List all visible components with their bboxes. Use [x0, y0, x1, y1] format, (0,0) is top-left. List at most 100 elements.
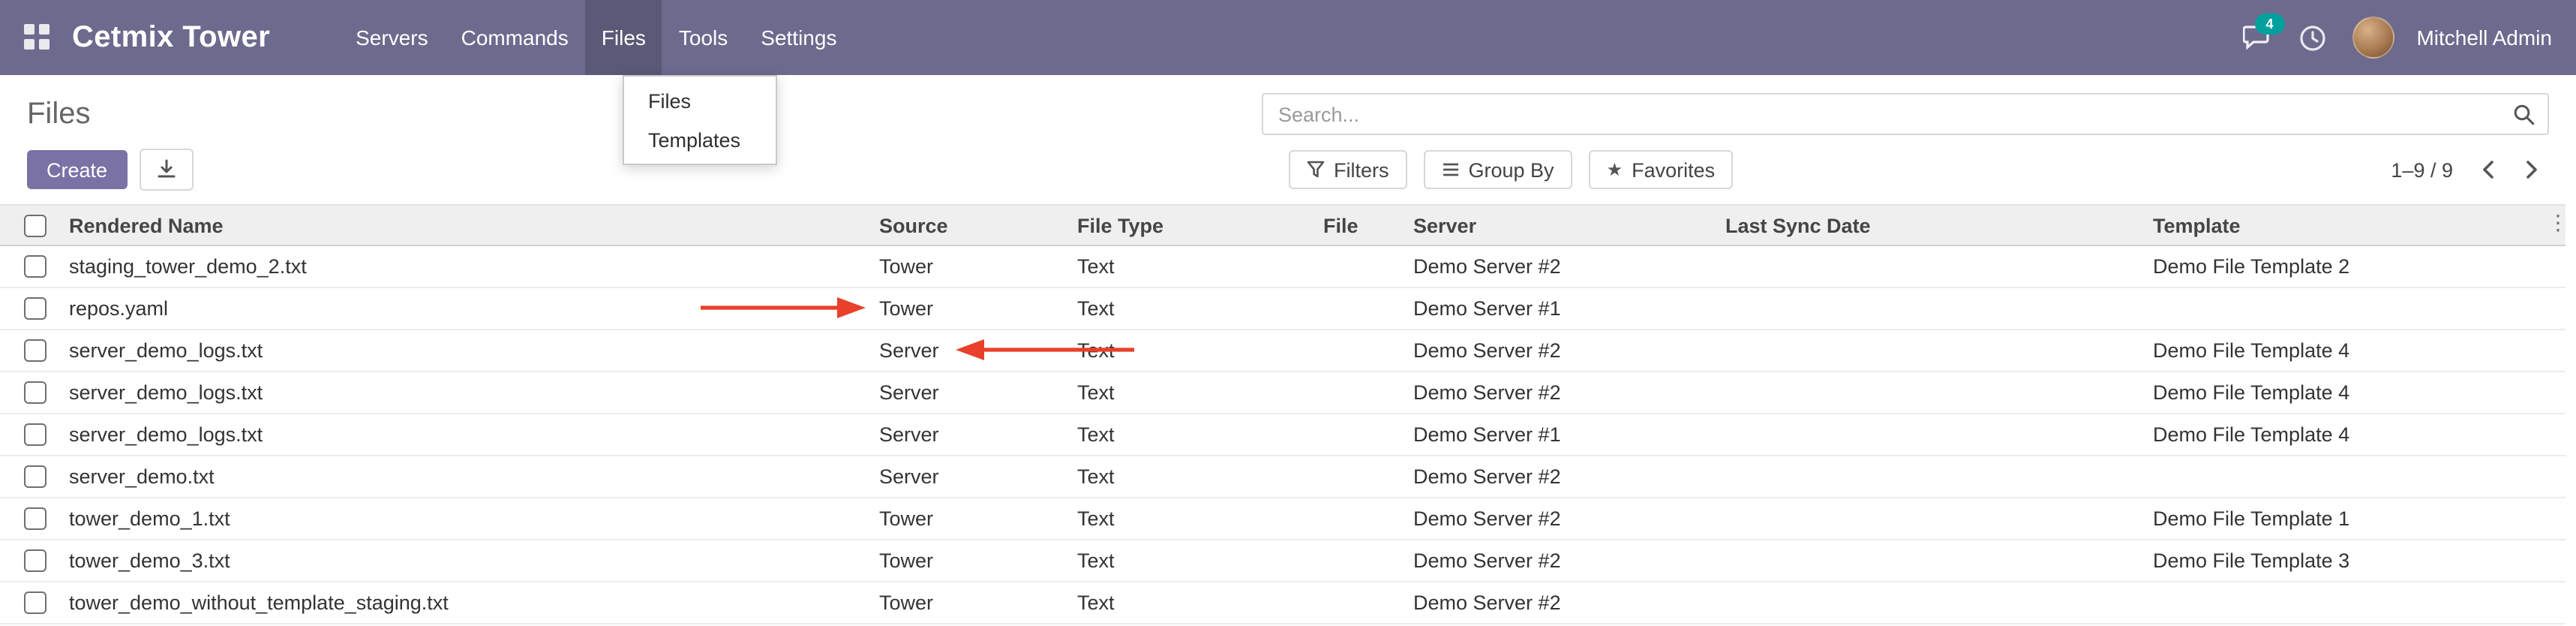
column-source[interactable]: Source [870, 205, 1068, 245]
table-row[interactable]: tower_demo_3.txt Tower Text Demo Server … [0, 540, 2565, 582]
table-row[interactable]: server_demo.txt Server Text Demo Server … [0, 456, 2565, 498]
cell-file-type[interactable]: Text [1068, 582, 1314, 624]
cell-file-type[interactable]: Text [1068, 372, 1314, 414]
dropdown-item-templates[interactable]: Templates [624, 120, 776, 159]
table-row[interactable]: server_demo_logs.txt Server Text Demo Se… [0, 372, 2565, 414]
cell-source[interactable]: Tower [870, 287, 1068, 330]
menu-commands[interactable]: Commands [445, 0, 585, 75]
group-by-button[interactable]: Group By [1424, 150, 1572, 189]
cell-last-sync-date[interactable] [1716, 456, 2144, 498]
table-row[interactable]: tower_demo_without_template_staging.txt … [0, 582, 2565, 624]
row-checkbox[interactable] [24, 340, 47, 363]
cell-last-sync-date[interactable] [1716, 414, 2144, 456]
cell-file-type[interactable]: Text [1068, 498, 1314, 540]
cell-file[interactable] [1314, 498, 1404, 540]
row-checkbox[interactable] [24, 508, 47, 531]
table-row[interactable]: staging_tower_demo_2.txt Tower Text Demo… [0, 245, 2565, 287]
cell-file-type[interactable]: Text [1068, 414, 1314, 456]
cell-file[interactable] [1314, 372, 1404, 414]
cell-rendered-name[interactable]: repos.yaml [60, 287, 870, 330]
cell-template[interactable]: Demo File Template 2 [2144, 245, 2565, 287]
cell-server[interactable]: Demo Server #2 [1404, 372, 1716, 414]
cell-rendered-name[interactable]: tower_demo_without_template_staging.txt [60, 582, 870, 624]
cell-source[interactable]: Server [870, 330, 1068, 372]
row-checkbox[interactable] [24, 298, 47, 321]
cell-last-sync-date[interactable] [1716, 540, 2144, 582]
cell-file[interactable] [1314, 245, 1404, 287]
cell-file[interactable] [1314, 287, 1404, 330]
search-icon[interactable] [2513, 103, 2535, 125]
cell-file-type[interactable]: Text [1068, 330, 1314, 372]
column-template[interactable]: Template [2144, 205, 2565, 245]
table-row[interactable]: server_demo_logs.txt Server Text Demo Se… [0, 414, 2565, 456]
user-avatar[interactable] [2352, 17, 2394, 59]
activity-clock-button[interactable] [2296, 21, 2329, 54]
cell-file-type[interactable]: Text [1068, 245, 1314, 287]
cell-last-sync-date[interactable] [1716, 498, 2144, 540]
cell-source[interactable]: Tower [870, 540, 1068, 582]
cell-source[interactable]: Tower [870, 582, 1068, 624]
cell-template[interactable]: Demo File Template 3 [2144, 540, 2565, 582]
cell-rendered-name[interactable]: server_demo_logs.txt [60, 372, 870, 414]
cell-file[interactable] [1314, 540, 1404, 582]
cell-server[interactable]: Demo Server #2 [1404, 582, 1716, 624]
menu-tools[interactable]: Tools [662, 0, 744, 75]
column-file-type[interactable]: File Type [1068, 205, 1314, 245]
cell-source[interactable]: Tower [870, 498, 1068, 540]
row-checkbox[interactable] [24, 466, 47, 489]
dropdown-item-files[interactable]: Files [624, 81, 776, 120]
row-checkbox[interactable] [24, 550, 47, 573]
cell-file-type[interactable]: Text [1068, 287, 1314, 330]
cell-last-sync-date[interactable] [1716, 287, 2144, 330]
cell-server[interactable]: Demo Server #1 [1404, 414, 1716, 456]
apps-grid-icon[interactable] [24, 24, 51, 51]
menu-servers[interactable]: Servers [339, 0, 444, 75]
table-row[interactable]: server_demo_logs.txt Server Text Demo Se… [0, 330, 2565, 372]
app-title[interactable]: Cetmix Tower [72, 20, 270, 55]
cell-file-type[interactable]: Text [1068, 456, 1314, 498]
create-button[interactable]: Create [27, 150, 127, 189]
cell-template[interactable]: Demo File Template 1 [2144, 498, 2565, 540]
row-checkbox[interactable] [24, 382, 47, 405]
row-checkbox[interactable] [24, 592, 47, 615]
favorites-button[interactable]: ★ Favorites [1589, 150, 1734, 189]
user-name[interactable]: Mitchell Admin [2416, 26, 2552, 50]
cell-rendered-name[interactable]: tower_demo_3.txt [60, 540, 870, 582]
cell-server[interactable]: Demo Server #2 [1404, 330, 1716, 372]
row-checkbox[interactable] [24, 424, 47, 447]
cell-file[interactable] [1314, 456, 1404, 498]
menu-files[interactable]: Files [585, 0, 662, 75]
cell-server[interactable]: Demo Server #2 [1404, 245, 1716, 287]
optional-columns-toggle-icon[interactable]: ⋮ [2547, 212, 2568, 233]
cell-file[interactable] [1314, 414, 1404, 456]
table-row[interactable]: repos.yaml Tower Text Demo Server #1 [0, 287, 2565, 330]
cell-template[interactable]: Demo File Template 4 [2144, 330, 2565, 372]
search-input[interactable] [1275, 101, 2513, 127]
cell-source[interactable]: Server [870, 414, 1068, 456]
cell-rendered-name[interactable]: server_demo_logs.txt [60, 330, 870, 372]
cell-rendered-name[interactable]: tower_demo_1.txt [60, 498, 870, 540]
cell-template[interactable] [2144, 456, 2565, 498]
column-last-sync-date[interactable]: Last Sync Date [1716, 205, 2144, 245]
table-row[interactable]: tower_demo_1.txt Tower Text Demo Server … [0, 498, 2565, 540]
cell-last-sync-date[interactable] [1716, 582, 2144, 624]
filters-button[interactable]: Filters [1289, 150, 1407, 189]
cell-server[interactable]: Demo Server #2 [1404, 498, 1716, 540]
cell-template[interactable] [2144, 582, 2565, 624]
cell-file[interactable] [1314, 330, 1404, 372]
row-checkbox[interactable] [24, 256, 47, 278]
cell-server[interactable]: Demo Server #2 [1404, 456, 1716, 498]
cell-last-sync-date[interactable] [1716, 245, 2144, 287]
messages-button[interactable]: 4 [2241, 21, 2274, 54]
cell-template[interactable]: Demo File Template 4 [2144, 372, 2565, 414]
cell-template[interactable] [2144, 287, 2565, 330]
pager-next-button[interactable] [2513, 152, 2549, 188]
cell-file[interactable] [1314, 582, 1404, 624]
cell-rendered-name[interactable]: server_demo_logs.txt [60, 414, 870, 456]
column-rendered-name[interactable]: Rendered Name [60, 205, 870, 245]
cell-last-sync-date[interactable] [1716, 330, 2144, 372]
cell-rendered-name[interactable]: server_demo.txt [60, 456, 870, 498]
cell-server[interactable]: Demo Server #2 [1404, 540, 1716, 582]
pager-previous-button[interactable] [2471, 152, 2507, 188]
column-server[interactable]: Server [1404, 205, 1716, 245]
